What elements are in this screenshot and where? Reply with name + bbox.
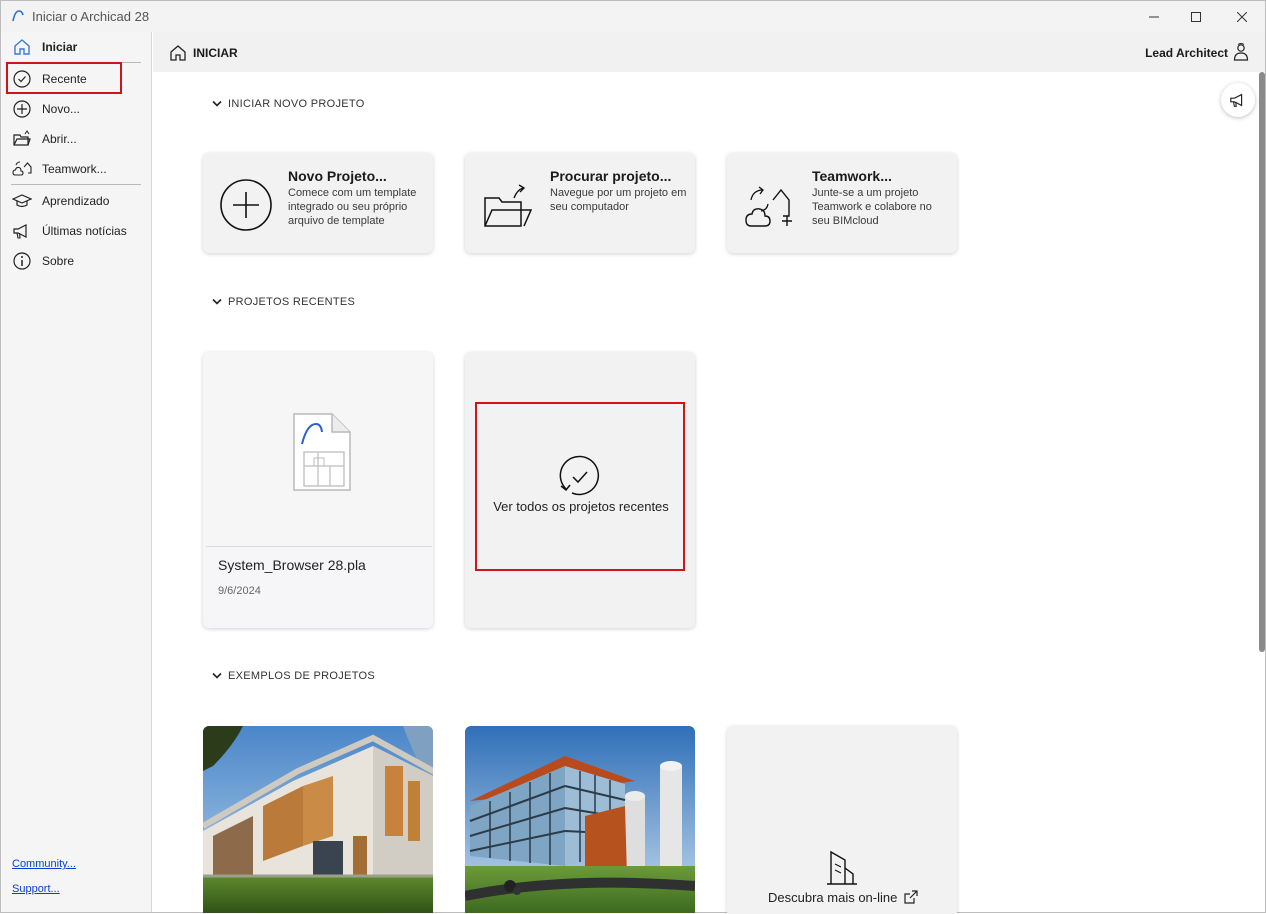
section-title: INICIAR NOVO PROJETO — [228, 98, 365, 110]
title-bar: Iniciar o Archicad 28 — [1, 1, 1265, 32]
info-icon — [11, 250, 33, 272]
page-header: INICIAR Lead Architect — [153, 32, 1265, 72]
section-toggle-recent[interactable]: PROJETOS RECENTES — [212, 296, 355, 308]
recent-project-thumbnail — [206, 355, 432, 547]
section-title: EXEMPLOS DE PROJETOS — [228, 670, 376, 682]
maximize-icon — [1191, 11, 1201, 22]
sidebar: Iniciar Recente Novo... Abrir... Teamwor… — [1, 32, 152, 912]
community-link[interactable]: Community... — [12, 858, 76, 870]
glass-building-photo — [465, 726, 695, 913]
folder-open-icon — [484, 184, 533, 227]
support-link[interactable]: Support... — [12, 883, 60, 895]
home-icon — [11, 36, 33, 58]
app-window: Iniciar o Archicad 28 Iniciar Recente No… — [0, 0, 1266, 914]
sidebar-item-aprendizado[interactable]: Aprendizado — [11, 188, 141, 214]
megaphone-icon — [11, 220, 33, 242]
sidebar-item-iniciar[interactable]: Iniciar — [11, 34, 141, 60]
sidebar-item-sobre[interactable]: Sobre — [11, 248, 141, 274]
sidebar-item-label: Aprendizado — [42, 194, 110, 208]
card-title: Procurar projeto... — [550, 168, 672, 184]
recent-project-date: 9/6/2024 — [218, 585, 261, 597]
chevron-down-icon — [212, 100, 222, 107]
megaphone-icon — [1230, 93, 1243, 107]
minimize-icon — [1149, 16, 1159, 17]
vertical-scrollbar[interactable] — [1259, 72, 1265, 652]
view-all-highlight — [475, 402, 685, 571]
card-title: Novo Projeto... — [288, 168, 387, 184]
home-icon — [170, 45, 186, 61]
close-icon — [1237, 11, 1247, 22]
sidebar-item-novo[interactable]: Novo... — [11, 96, 141, 122]
sidebar-item-label: Teamwork... — [42, 162, 107, 176]
page-title: INICIAR — [193, 46, 238, 60]
chevron-down-icon — [212, 672, 222, 679]
archicad-file-icon — [293, 413, 351, 491]
user-icon[interactable] — [1233, 42, 1249, 62]
discover-more-online-card[interactable]: Descubra mais on-line — [727, 726, 957, 914]
maximize-button[interactable] — [1173, 1, 1219, 32]
recente-highlight — [6, 62, 122, 94]
browse-project-card[interactable]: Procurar projeto... Navegue por um proje… — [465, 153, 695, 253]
sidebar-item-label: Novo... — [42, 102, 81, 116]
card-description: Junte-se a um projeto Teamwork e colabor… — [812, 187, 932, 227]
folder-open-icon — [11, 128, 33, 150]
sidebar-item-label: Últimas notícias — [42, 224, 127, 238]
window-title: Iniciar o Archicad 28 — [32, 9, 150, 24]
example-project-white-house[interactable] — [203, 726, 433, 913]
sidebar-item-teamwork[interactable]: Teamwork... — [11, 156, 141, 182]
recent-project-name: System_Browser 28.pla — [218, 557, 366, 573]
sidebar-item-label: Abrir... — [42, 132, 77, 146]
card-title: Teamwork... — [812, 168, 892, 184]
white-house-photo — [203, 726, 433, 913]
sidebar-item-label: Iniciar — [42, 40, 78, 54]
teamwork-icon — [11, 158, 33, 180]
section-toggle-new-project[interactable]: INICIAR NOVO PROJETO — [212, 98, 365, 110]
external-link-icon — [904, 890, 918, 904]
sidebar-item-label: Sobre — [42, 254, 75, 268]
plus-circle-icon — [220, 179, 272, 231]
user-name[interactable]: Lead Architect — [1145, 46, 1228, 60]
section-toggle-examples[interactable]: EXEMPLOS DE PROJETOS — [212, 670, 375, 682]
discover-more-label: Descubra mais on-line — [727, 890, 959, 905]
sidebar-item-ultimas-noticias[interactable]: Últimas notícias — [11, 218, 141, 244]
example-project-glass-building[interactable] — [465, 726, 695, 913]
graduation-cap-icon — [11, 190, 33, 212]
close-button[interactable] — [1219, 1, 1265, 32]
card-description: Comece com um template integrado ou seu … — [288, 187, 417, 227]
sidebar-divider — [11, 184, 141, 185]
announcements-button[interactable] — [1221, 83, 1255, 117]
chevron-down-icon — [212, 298, 222, 305]
recent-project-card[interactable]: System_Browser 28.pla 9/6/2024 — [203, 352, 433, 628]
section-title: PROJETOS RECENTES — [228, 296, 356, 308]
teamwork-icon — [745, 186, 792, 227]
discover-more-text: Descubra mais on-line — [768, 890, 898, 905]
building-icon — [827, 850, 857, 885]
sidebar-item-abrir[interactable]: Abrir... — [11, 126, 141, 152]
minimize-button[interactable] — [1131, 1, 1177, 32]
archicad-logo-icon — [12, 10, 24, 22]
teamwork-card[interactable]: Teamwork... Junte-se a um projeto Teamwo… — [727, 153, 957, 253]
card-description: Navegue por um projeto em seu computador — [550, 187, 687, 213]
plus-circle-icon — [11, 98, 33, 120]
new-project-card[interactable]: Novo Projeto... Comece com um template i… — [203, 153, 433, 253]
